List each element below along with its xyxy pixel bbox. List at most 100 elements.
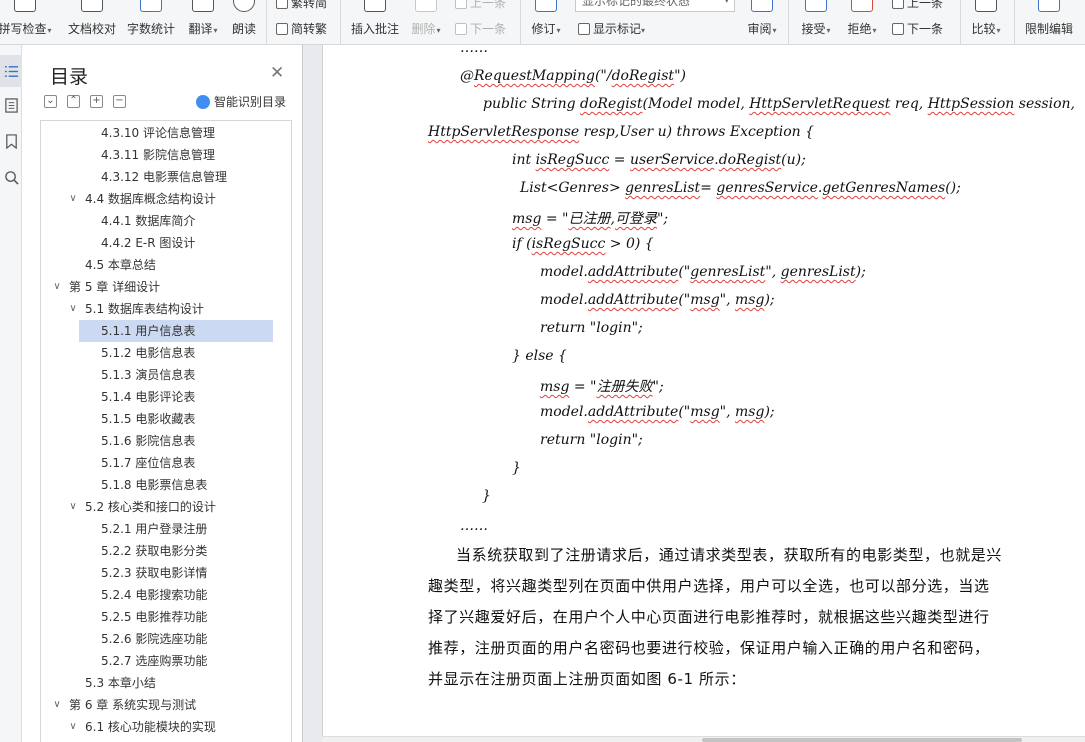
reject-label: 拒绝 [847, 22, 872, 36]
toc-item[interactable]: ∨ 6.1 核心功能模块的实现 [41, 716, 291, 738]
track-changes-button[interactable]: 修订▾ [528, 0, 564, 44]
toc-item-selected[interactable]: 5.1.1 用户信息表 [41, 320, 291, 342]
toc-item[interactable]: ∨ 4.4 数据库概念结构设计 [41, 188, 291, 210]
smart-recognize-label: 智能识别目录 [214, 95, 287, 109]
read-aloud-button[interactable]: 朗读 [228, 0, 260, 44]
toc-item[interactable]: 5.2.7 选座购票功能 [41, 650, 291, 672]
chevron-down-icon[interactable]: ∨ [51, 276, 63, 298]
toc-item[interactable]: 5.3 本章小结 [41, 672, 291, 694]
spellcheck-mark: addAttribute [587, 404, 679, 420]
toc-item[interactable]: 5.1.6 影院信息表 [41, 430, 291, 452]
close-icon[interactable]: ✕ [270, 63, 284, 83]
restrict-editing-button[interactable]: 限制编辑 [1022, 0, 1076, 44]
toc-item[interactable]: 4.4.1 数据库简介 [41, 210, 291, 232]
toc-item[interactable]: 5.1.7 座位信息表 [41, 452, 291, 474]
review-button[interactable]: 审阅▾ [742, 0, 782, 44]
toc-item-label: 5.2.6 影院选座功能 [101, 632, 208, 646]
spellcheck-mark: HttpServletRequest [749, 96, 891, 112]
markup-mode-select[interactable]: 显示标记的最终状态 ▾ [575, 0, 735, 12]
trad-to-simp-button[interactable]: 繁转简 [276, 0, 327, 11]
add-heading-icon[interactable]: + [90, 95, 103, 108]
paragraph-line: 并显示在注册页面上注册页面如图 6-1 所示： [428, 670, 746, 688]
code-line: } [512, 460, 521, 476]
spellcheck-label: 拼写检查 [0, 22, 47, 36]
convert-icon [276, 23, 288, 35]
find-tab[interactable] [0, 161, 22, 193]
chevron-down-icon[interactable]: ∨ [67, 496, 79, 518]
compare-label: 比较 [971, 22, 996, 36]
page-thumbnails-tab[interactable] [0, 89, 22, 121]
ribbon-toolbar: 拼写检查▾ 文档校对 字数统计 翻译▾ 朗读 繁转简 简转繁 插入批注 删除▾ … [0, 0, 1085, 45]
toc-item[interactable]: 5.2.2 获取电影分类 [41, 540, 291, 562]
code-line: model.addAttribute("genresList", genresL… [540, 264, 866, 280]
delete-comment-button[interactable]: 删除▾ [408, 0, 444, 44]
scrollbar-thumb[interactable] [702, 738, 1022, 742]
toc-item[interactable]: 4.4.2 E-R 图设计 [41, 232, 291, 254]
collapse-all-icon[interactable]: ⌃ [67, 95, 80, 108]
wordcount-button[interactable]: 字数统计 [123, 0, 179, 44]
bookmarks-tab[interactable] [0, 125, 22, 157]
show-markup-button[interactable]: 显示标记▾ [578, 20, 645, 37]
chevron-down-icon[interactable]: ∨ [51, 694, 63, 716]
toc-item[interactable]: 5.2.3 获取电影详情 [41, 562, 291, 584]
chevron-down-icon[interactable]: ∨ [67, 188, 79, 210]
toc-item[interactable]: 4.3.12 电影票信息管理 [41, 166, 291, 188]
code-line: HttpServletResponse resp,User u) throws … [428, 124, 815, 140]
compare-button[interactable]: 比较▾ [966, 0, 1006, 44]
ribbon-separator [960, 0, 961, 44]
proofread-button[interactable]: 文档校对 [64, 0, 120, 44]
toc-item[interactable]: 5.2.1 用户登录注册 [41, 518, 291, 540]
next-comment-button[interactable]: 下一条 [455, 20, 506, 37]
remove-heading-icon[interactable]: − [113, 95, 126, 108]
toc-item[interactable]: 5.1.3 演员信息表 [41, 364, 291, 386]
toc-item[interactable]: 4.3.11 影院信息管理 [41, 144, 291, 166]
toc-item-label: 第 6 章 系统实现与测试 [69, 698, 197, 712]
toc-item[interactable]: 5.1.4 电影评论表 [41, 386, 291, 408]
toc-item[interactable]: 4.3.10 评论信息管理 [41, 122, 291, 144]
toc-item[interactable]: ∨ 第 5 章 详细设计 [41, 276, 291, 298]
toc-toolbar: ⌄ ⌃ + − [44, 95, 126, 109]
reject-button[interactable]: 拒绝▾ [842, 0, 882, 44]
ribbon-separator [788, 0, 789, 44]
paragraph-line: 推荐，注册页面的用户名密码也要进行校验，保证用户输入正确的用户名和密码， [428, 639, 990, 657]
chevron-down-icon[interactable]: ∨ [67, 716, 79, 738]
code-line: msg = "注册失败"; [540, 379, 664, 395]
spellcheck-mark: 已注册 [568, 211, 611, 227]
simp-to-trad-button[interactable]: 简转繁 [276, 20, 327, 37]
toc-item[interactable]: 4.5 本章总结 [41, 254, 291, 276]
spellcheck-mark: genresList [690, 264, 766, 280]
toc-item[interactable]: 5.2.5 电影推荐功能 [41, 606, 291, 628]
code-line: } else { [512, 348, 567, 364]
toc-item[interactable]: 5.2.6 影院选座功能 [41, 628, 291, 650]
toc-item[interactable]: ∨ 5.1 数据库表结构设计 [41, 298, 291, 320]
prev-comment-button[interactable]: 上一条 [455, 0, 506, 11]
next-change-button[interactable]: 下一条 [892, 20, 943, 37]
translate-button[interactable]: 翻译▾ [184, 0, 222, 44]
smart-recognize-button[interactable]: 智能识别目录 [196, 93, 286, 110]
toc-item[interactable]: ∨ 5.2 核心类和接口的设计 [41, 496, 291, 518]
prev-change-button[interactable]: 上一条 [892, 0, 943, 11]
insert-comment-button[interactable]: 插入批注 [348, 0, 402, 44]
spellcheck-mark: RequestMapping [474, 68, 595, 84]
toc-item-label: 第 5 章 详细设计 [69, 280, 161, 294]
chevron-down-icon[interactable]: ∨ [67, 298, 79, 320]
paragraph-line: 趣类型，将兴趣类型列在页面中供用户选择，用户可以全选，也可以部分选，当选 [428, 577, 990, 595]
translate-label: 翻译 [188, 22, 213, 36]
code-line: …… [460, 518, 488, 534]
accept-button[interactable]: 接受▾ [796, 0, 836, 44]
expand-all-icon[interactable]: ⌄ [44, 95, 57, 108]
toc-panel-tab[interactable] [0, 55, 22, 87]
toc-item[interactable]: ∨ 第 6 章 系统实现与测试 [41, 694, 291, 716]
spellcheck-mark: genresList [625, 180, 701, 196]
paragraph-line: 当系统获取到了注册请求后，通过请求类型表，获取所有的电影类型，也就是兴 [456, 546, 1003, 564]
toc-item[interactable]: 5.1.5 电影收藏表 [41, 408, 291, 430]
toc-item[interactable]: 5.1.2 电影信息表 [41, 342, 291, 364]
code-line: model.addAttribute("msg", msg); [540, 404, 775, 420]
horizontal-scrollbar[interactable] [322, 736, 1085, 742]
toc-item[interactable]: 5.2.4 电影搜索功能 [41, 584, 291, 606]
toc-item[interactable]: 5.1.8 电影票信息表 [41, 474, 291, 496]
code-line: model.addAttribute("msg", msg); [540, 292, 775, 308]
spellcheck-button[interactable]: 拼写检查▾ [0, 0, 56, 44]
panel-divider[interactable] [302, 45, 303, 742]
proofread-icon [81, 0, 103, 12]
